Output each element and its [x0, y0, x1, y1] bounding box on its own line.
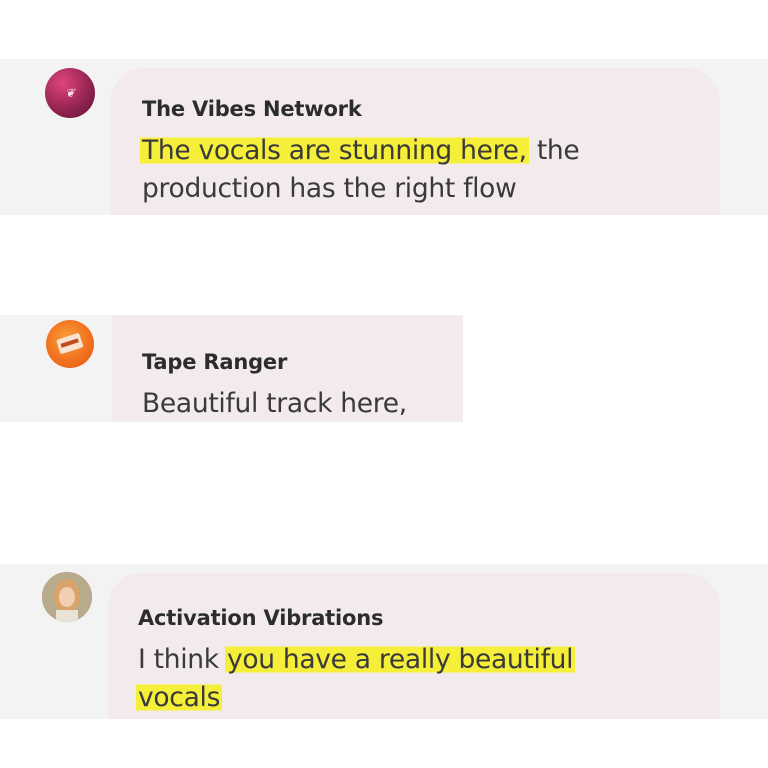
comment-text: I think you have a really beautiful voca…	[136, 641, 576, 717]
comment-line: The vocals are stunning here, the	[140, 132, 580, 170]
avatar-logo-mark: ❦	[64, 86, 76, 100]
comment-author[interactable]: Activation Vibrations	[138, 606, 383, 630]
cassette-tape-icon[interactable]	[46, 320, 94, 368]
plain-text: I think	[138, 644, 227, 675]
comment-line: vocals	[136, 679, 575, 717]
comments-screenshot: ❦ The Vibes Network The vocals are stunn…	[0, 0, 768, 768]
comment-bubble: The Vibes Network The vocals are stunnin…	[110, 68, 720, 215]
vibes-logo-icon[interactable]: ❦	[45, 68, 95, 118]
comment-text: The vocals are stunning here, the produc…	[140, 132, 580, 208]
plain-text: Beautiful track here,	[142, 388, 407, 419]
highlighted-text: vocals	[136, 682, 223, 713]
comment-item: Tape Ranger Beautiful track here,	[0, 315, 463, 422]
highlighted-text: The vocals are stunning here,	[140, 135, 529, 166]
comment-bubble: Activation Vibrations I think you have a…	[108, 573, 720, 719]
plain-text: production has the right flow	[142, 173, 517, 204]
cassette-graphic	[56, 333, 84, 354]
comment-text: Beautiful track here,	[142, 385, 407, 422]
comment-line: production has the right flow	[142, 170, 579, 208]
comment-author[interactable]: Tape Ranger	[142, 350, 287, 374]
comment-line: I think you have a really beautiful	[138, 641, 576, 679]
comment-item: ❦ The Vibes Network The vocals are stunn…	[0, 59, 768, 215]
portrait-graphic	[42, 572, 92, 622]
highlighted-text: you have a really beautiful	[224, 644, 576, 675]
user-photo-icon[interactable]	[42, 572, 92, 622]
comment-item: Activation Vibrations I think you have a…	[0, 564, 768, 719]
plain-text: the	[528, 135, 580, 166]
comment-bubble: Tape Ranger Beautiful track here,	[112, 315, 463, 422]
comment-line: Beautiful track here,	[142, 385, 407, 422]
comment-author[interactable]: The Vibes Network	[142, 97, 362, 121]
